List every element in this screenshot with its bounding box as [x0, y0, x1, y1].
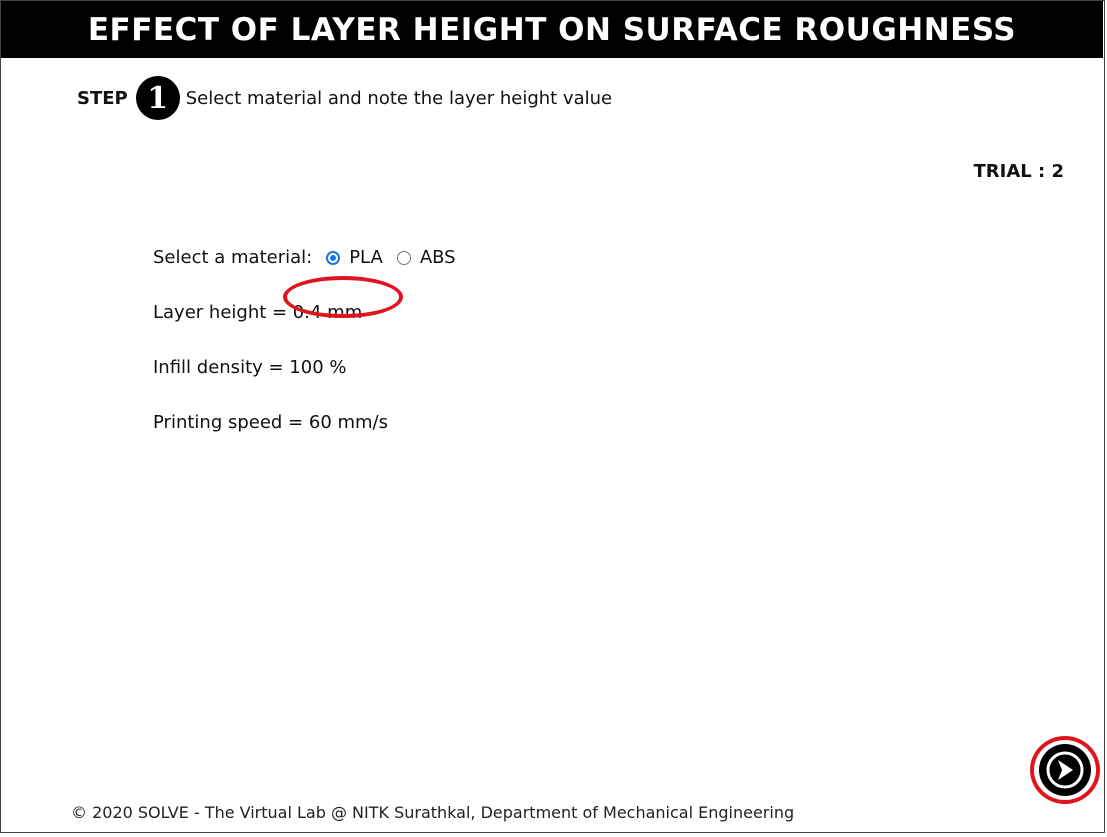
experiment-form: Select a material: PLA ABS Layer height … — [153, 230, 456, 450]
step-number-badge: 1 — [135, 76, 180, 120]
step-label: STEP — [77, 87, 128, 109]
step-text: Select material and note the layer heigh… — [185, 87, 613, 109]
layer-height-row: Layer height = 0.4 mm — [153, 285, 456, 340]
trial-value: 2 — [1051, 161, 1064, 182]
infill-density-text: Infill density = 100 % — [153, 357, 347, 378]
step-instruction: STEP 1 Select material and note the laye… — [77, 76, 612, 120]
layer-height-text: Layer height = 0.4 mm — [153, 302, 363, 323]
material-label: Select a material: — [153, 247, 313, 268]
radio-abs[interactable] — [396, 250, 411, 265]
infill-density-row: Infill density = 100 % — [153, 340, 456, 395]
page-title: EFFECT OF LAYER HEIGHT ON SURFACE ROUGHN… — [1, 1, 1103, 58]
printing-speed-row: Printing speed = 60 mm/s — [153, 395, 456, 450]
footer-copyright: © 2020 SOLVE - The Virtual Lab @ NITK Su… — [71, 803, 795, 822]
radio-pla-label[interactable]: PLA — [349, 247, 383, 268]
next-button[interactable] — [1030, 736, 1100, 804]
material-row: Select a material: PLA ABS — [153, 230, 456, 285]
trial-indicator: TRIAL : 2 — [974, 161, 1065, 182]
radio-abs-label[interactable]: ABS — [420, 247, 456, 268]
trial-label: TRIAL : — [973, 161, 1052, 182]
printing-speed-text: Printing speed = 60 mm/s — [153, 412, 389, 433]
arrow-right-circle-icon — [1039, 744, 1091, 796]
radio-pla[interactable] — [326, 250, 341, 265]
